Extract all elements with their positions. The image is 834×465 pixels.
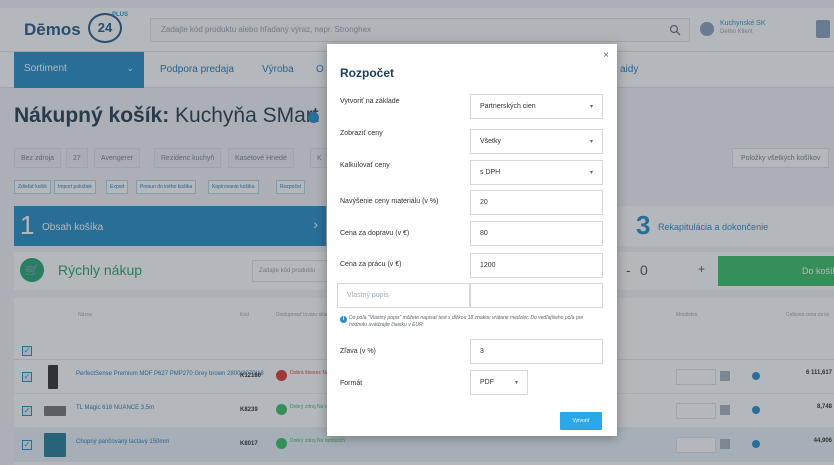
chevron-down-icon: ▾ xyxy=(589,104,593,110)
material-markup-value: 20 xyxy=(480,199,488,206)
budget-dialog: × Rozpočet Vytvoriť na základe Partnersk… xyxy=(327,44,617,436)
custom-description-input[interactable]: Vlastný popis xyxy=(337,283,470,308)
field-label-based-on: Vytvoriť na základe xyxy=(340,98,400,105)
chevron-down-icon: ▾ xyxy=(589,139,593,145)
field-label-calc-prices: Kalkulovať ceny xyxy=(340,162,390,169)
custom-description-placeholder: Vlastný popis xyxy=(347,292,389,299)
field-label-discount: Zľava (v %) xyxy=(340,348,376,355)
material-markup-input[interactable]: 20 xyxy=(470,190,603,215)
field-label-show-prices: Zobraziť ceny xyxy=(340,130,383,137)
labor-price-input[interactable]: 1200 xyxy=(470,253,603,278)
custom-amount-input[interactable] xyxy=(470,283,603,308)
labor-price-value: 1200 xyxy=(480,262,496,269)
calc-prices-select[interactable]: s DPH ▾ xyxy=(470,160,603,185)
chevron-down-icon: ▾ xyxy=(514,380,518,386)
format-value: PDF xyxy=(480,379,494,386)
field-label-shipping-price: Cena za dopravu (v €) xyxy=(340,230,410,237)
chevron-down-icon: ▾ xyxy=(589,170,593,176)
format-select[interactable]: PDF ▾ xyxy=(470,370,528,395)
field-label-labor-price: Cena za prácu (v €) xyxy=(340,261,402,268)
info-icon: i xyxy=(340,316,347,323)
field-label-format: Formát xyxy=(340,380,363,387)
calc-prices-value: s DPH xyxy=(480,169,501,176)
close-icon[interactable]: × xyxy=(603,50,609,61)
discount-value: 3 xyxy=(480,348,484,355)
based-on-select[interactable]: Partnerských cien ▾ xyxy=(470,94,603,119)
show-prices-select[interactable]: Všetky ▾ xyxy=(470,129,603,154)
discount-input[interactable]: 3 xyxy=(470,339,603,364)
shipping-price-value: 80 xyxy=(480,230,488,237)
shipping-price-input[interactable]: 80 xyxy=(470,221,603,246)
show-prices-value: Všetky xyxy=(480,138,502,145)
custom-description-note: Do poľa "Vlastný popis" môžete napísať t… xyxy=(349,315,584,328)
dialog-title: Rozpočet xyxy=(340,66,394,80)
create-button[interactable]: Vytvoriť xyxy=(560,412,602,430)
field-label-material-markup: Navýšenie ceny materiálu (v %) xyxy=(340,198,439,205)
based-on-value: Partnerských cien xyxy=(480,103,536,110)
